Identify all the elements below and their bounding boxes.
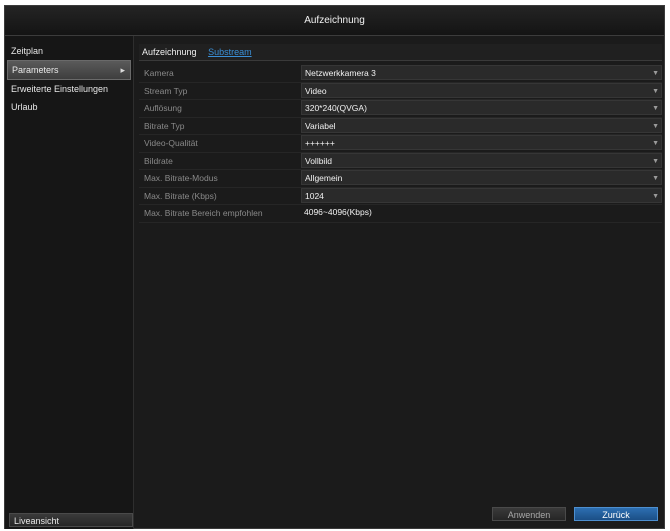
bitrate-type-select[interactable]: Variabel ▼ [301, 117, 662, 133]
field-label: Max. Bitrate-Modus [144, 173, 218, 183]
form-row-max-bitrate-mode: Max. Bitrate-Modus Allgemein ▼ [139, 170, 662, 188]
field-value: 4096~4096(Kbps) [304, 207, 372, 217]
form-row-kamera: Kamera Netzwerkkamera 3 ▼ [139, 65, 662, 83]
sidebar-item-label: Erweiterte Einstellungen [11, 84, 109, 94]
sidebar-item-erweiterte-einstellungen[interactable]: Erweiterte Einstellungen [5, 80, 133, 98]
stream-type-select[interactable]: Video ▼ [301, 82, 662, 98]
form-row-resolution: Auflösung 320*240(QVGA) ▼ [139, 100, 662, 118]
dropdown-arrow-icon: ▼ [652, 70, 659, 77]
dropdown-arrow-icon: ▼ [652, 105, 659, 112]
field-label: Stream Typ [144, 85, 188, 96]
dropdown-arrow-icon: ▼ [652, 175, 659, 182]
max-bitrate-select[interactable]: 1024 ▼ [301, 187, 662, 203]
frame-rate-select[interactable]: Vollbild ▼ [301, 152, 662, 168]
main-panel: Aufzeichnung Substream Kamera Netzwerkka… [139, 44, 662, 514]
field-label: Video-Qualität [144, 138, 198, 148]
dropdown-arrow-icon: ▼ [652, 87, 659, 95]
sidebar-item-parameters[interactable]: Parameters ▸ [7, 60, 131, 80]
field-label: Auflösung [144, 103, 182, 113]
dropdown-arrow-icon: ▼ [652, 122, 659, 130]
field-value: Netzwerkkamera 3 [305, 68, 376, 78]
field-value: Variabel [305, 120, 336, 131]
chevron-right-icon: ▸ [120, 65, 125, 75]
video-quality-select[interactable]: ++++++ ▼ [301, 135, 662, 150]
camera-select[interactable]: Netzwerkkamera 3 ▼ [301, 65, 662, 80]
recommended-range-value: 4096~4096(Kbps) [301, 205, 662, 220]
live-view-button[interactable]: Liveansicht [9, 513, 133, 527]
parameter-form: Kamera Netzwerkkamera 3 ▼ Stream Typ Vide… [139, 65, 662, 223]
sidebar-item-label: Zeitplan [11, 46, 44, 56]
dropdown-arrow-icon: ▼ [652, 157, 659, 165]
form-row-max-bitrate: Max. Bitrate (Kbps) 1024 ▼ [139, 187, 662, 205]
field-label: Max. Bitrate Bereich empfohlen [144, 208, 263, 218]
resolution-select[interactable]: 320*240(QVGA) ▼ [301, 100, 662, 115]
form-row-bitrate-type: Bitrate Typ Variabel ▼ [139, 117, 662, 135]
sidebar-item-label: Parameters [12, 65, 59, 75]
field-value: Vollbild [305, 155, 332, 166]
field-value: 1024 [305, 190, 324, 201]
field-value: Allgemein [305, 173, 343, 183]
dropdown-arrow-icon: ▼ [652, 192, 659, 200]
sidebar-item-zeitplan[interactable]: Zeitplan [5, 42, 133, 60]
window-title: Aufzeichnung [5, 6, 664, 36]
tab-substream[interactable]: Substream [205, 44, 258, 60]
field-label: Kamera [144, 68, 174, 78]
form-row-video-quality: Video-Qualität ++++++ ▼ [139, 135, 662, 153]
sidebar-item-label: Urlaub [11, 102, 38, 112]
settings-window: Aufzeichnung Zeitplan Parameters ▸ Erweit… [4, 5, 665, 529]
form-row-recommended-range: Max. Bitrate Bereich empfohlen 4096~4096… [139, 205, 662, 223]
field-value: ++++++ [305, 138, 335, 148]
max-bitrate-mode-select[interactable]: Allgemein ▼ [301, 170, 662, 185]
field-label: Bitrate Typ [144, 120, 185, 131]
dropdown-arrow-icon: ▼ [652, 140, 659, 147]
form-row-stream-type: Stream Typ Video ▼ [139, 82, 662, 100]
sidebar-item-urlaub[interactable]: Urlaub [5, 98, 133, 116]
field-label: Max. Bitrate (Kbps) [144, 190, 217, 201]
field-value: 320*240(QVGA) [305, 103, 367, 113]
field-value: Video [305, 85, 327, 96]
apply-button[interactable]: Anwenden [492, 507, 566, 521]
tab-bar: Aufzeichnung Substream [139, 44, 662, 61]
sidebar: Zeitplan Parameters ▸ Erweiterte Einstell… [5, 36, 134, 529]
form-row-frame-rate: Bildrate Vollbild ▼ [139, 152, 662, 170]
field-label: Bildrate [144, 155, 173, 166]
back-button[interactable]: Zurück [574, 507, 658, 521]
tab-aufzeichnung[interactable]: Aufzeichnung [139, 44, 203, 60]
